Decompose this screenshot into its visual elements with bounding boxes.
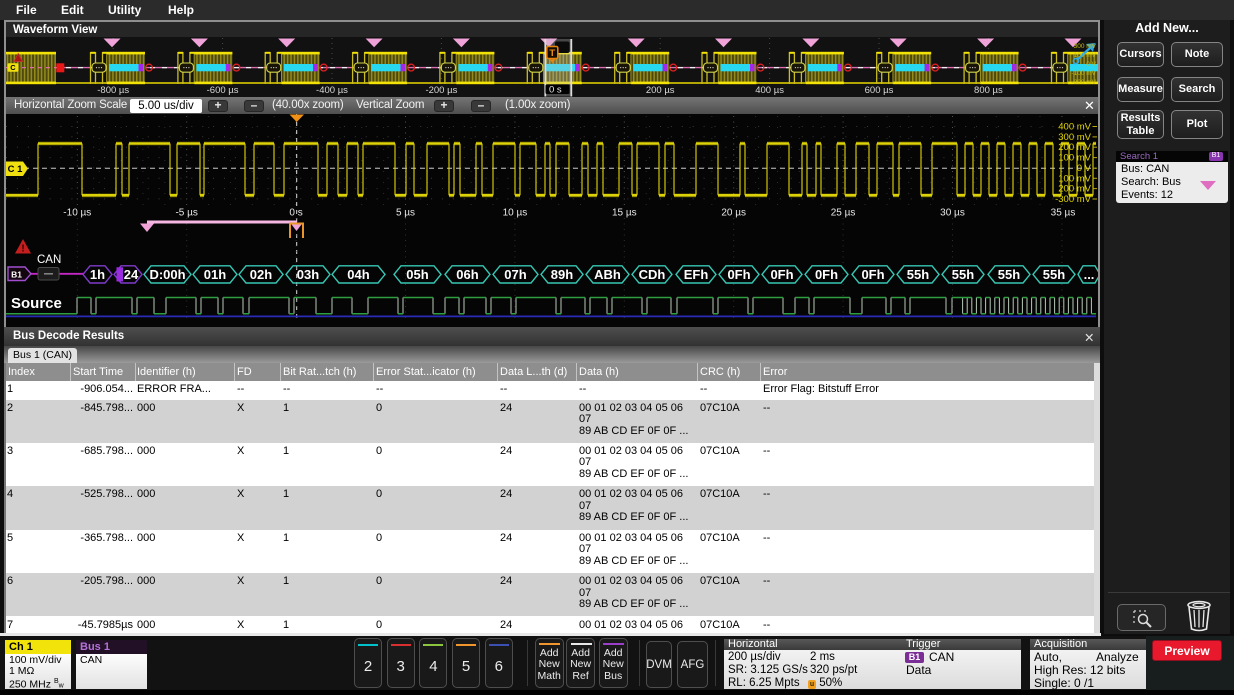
svg-text:B1: B1: [11, 270, 22, 280]
svg-text:-600 µs: -600 µs: [207, 85, 239, 96]
svg-text:300 mV: 300 mV: [1074, 43, 1097, 50]
svg-text:200 µs: 200 µs: [646, 85, 675, 96]
svg-text:5 µs: 5 µs: [396, 208, 415, 219]
svg-text:-100 mV: -100 mV: [1071, 70, 1096, 77]
svg-text:03h: 03h: [297, 267, 319, 282]
svg-text:D:00h: D:00h: [149, 267, 185, 282]
svg-text:30 µs: 30 µs: [940, 208, 965, 219]
svg-text:1h: 1h: [90, 267, 105, 282]
svg-text:200 mV: 200 mV: [1058, 142, 1091, 153]
svg-text:20 µs: 20 µs: [721, 208, 746, 219]
svg-text:-200 µs: -200 µs: [425, 85, 457, 96]
svg-text:800 µs: 800 µs: [974, 85, 1003, 96]
svg-text:400 µs: 400 µs: [755, 85, 784, 96]
svg-text:06h: 06h: [456, 267, 478, 282]
svg-text:ABh: ABh: [594, 267, 621, 282]
svg-text:0 V: 0 V: [1086, 61, 1096, 68]
svg-text:-10 µs: -10 µs: [63, 208, 91, 219]
svg-text:0Fh: 0Fh: [770, 267, 793, 282]
svg-text:25 µs: 25 µs: [831, 208, 856, 219]
svg-text:35 µs: 35 µs: [1051, 208, 1076, 219]
svg-text:07h: 07h: [504, 267, 526, 282]
svg-text:100 mV: 100 mV: [1074, 52, 1097, 59]
svg-text:10 µs: 10 µs: [503, 208, 528, 219]
svg-text:-300 mV: -300 mV: [1071, 79, 1096, 86]
svg-text:!: !: [21, 244, 24, 255]
svg-text:200 mV: 200 mV: [1058, 184, 1091, 195]
svg-text:C 1: C 1: [8, 164, 24, 175]
svg-text:55h: 55h: [952, 267, 974, 282]
svg-text:EFh: EFh: [684, 267, 709, 282]
svg-text:-800 µs: -800 µs: [97, 85, 129, 96]
svg-text:0 s: 0 s: [289, 208, 302, 219]
svg-text:0Fh: 0Fh: [815, 267, 838, 282]
svg-text:-300 mV: -300 mV: [1055, 194, 1092, 205]
svg-text:...: ...: [1084, 267, 1095, 282]
svg-text:0Fh: 0Fh: [861, 267, 884, 282]
svg-text:0Fh: 0Fh: [727, 267, 750, 282]
svg-text:-400 µs: -400 µs: [316, 85, 348, 96]
svg-text:CDh: CDh: [639, 267, 666, 282]
svg-text:400 mV: 400 mV: [1058, 122, 1091, 133]
svg-text:24: 24: [124, 267, 139, 282]
svg-text:89h: 89h: [551, 267, 573, 282]
svg-text:55h: 55h: [1043, 267, 1065, 282]
svg-text:-5 µs: -5 µs: [175, 208, 197, 219]
svg-text:04h: 04h: [347, 267, 369, 282]
svg-text:15 µs: 15 µs: [612, 208, 637, 219]
svg-text:C: C: [10, 63, 16, 72]
svg-text:0 s: 0 s: [549, 84, 562, 95]
svg-text:55h: 55h: [998, 267, 1020, 282]
svg-text:T: T: [549, 48, 555, 59]
svg-text:Source: Source: [11, 295, 62, 312]
svg-text:01h: 01h: [204, 267, 226, 282]
svg-text:600 µs: 600 µs: [865, 85, 894, 96]
svg-text:100 mV: 100 mV: [1058, 153, 1091, 164]
svg-text:02h: 02h: [250, 267, 272, 282]
svg-text:05h: 05h: [406, 267, 428, 282]
svg-text:55h: 55h: [907, 267, 929, 282]
svg-text:CAN: CAN: [37, 254, 61, 266]
